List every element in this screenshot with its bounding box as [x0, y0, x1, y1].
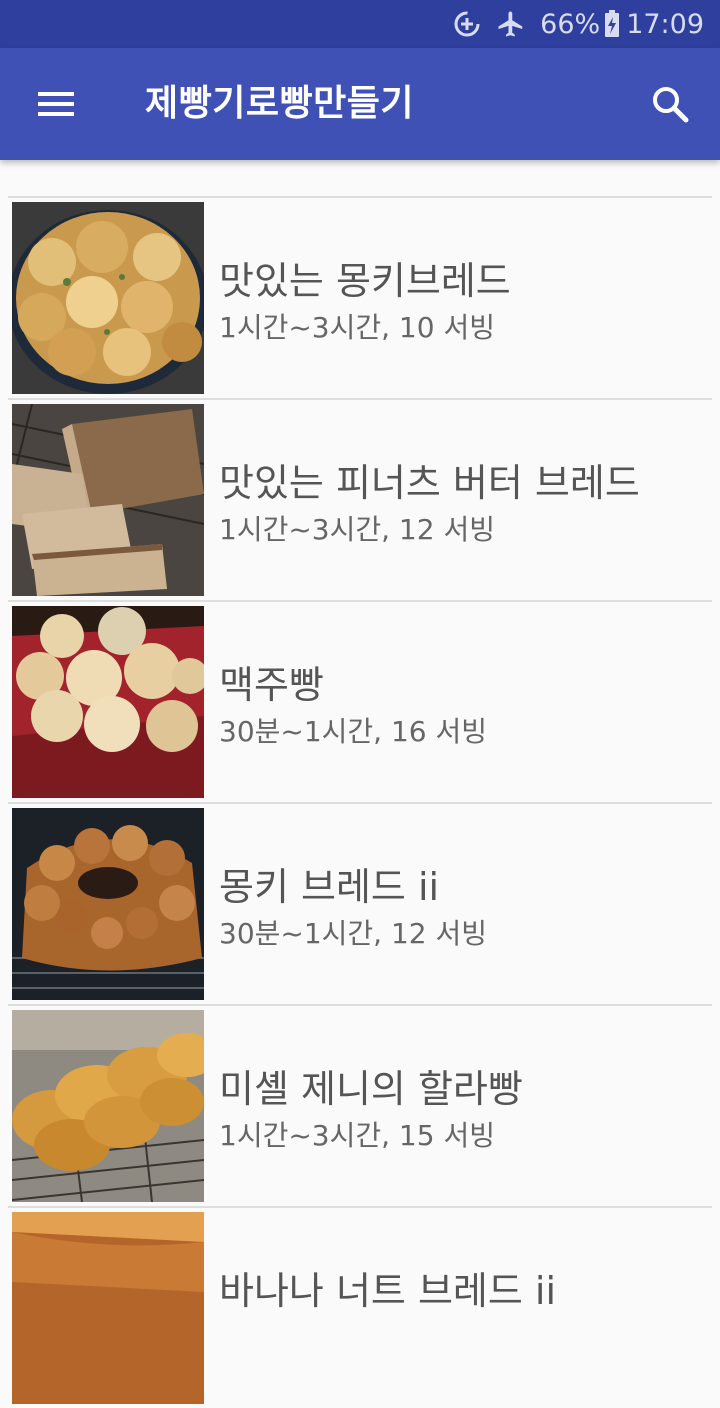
search-icon — [653, 87, 689, 123]
recipe-title: 맛있는 몽키브레드 — [219, 259, 511, 303]
recipe-title: 맛있는 피너츠 버터 브레드 — [219, 461, 640, 505]
recipe-title: 바나나 너트 브레드 ii — [219, 1269, 557, 1313]
app-title: 제빵기로빵만들기 — [145, 83, 414, 124]
recipe-thumbnail — [12, 808, 204, 1000]
recipe-thumbnail — [12, 1010, 204, 1202]
recipe-subtitle: 30분~1시간, 12 서빙 — [219, 917, 488, 950]
recipe-title: 몽키 브레드 ii — [219, 865, 440, 909]
recipe-item[interactable]: 몽키 브레드 ii 30분~1시간, 12 서빙 — [8, 802, 712, 1004]
app-bar: 제빵기로빵만들기 — [0, 48, 720, 160]
recipe-subtitle: 30분~1시간, 16 서빙 — [219, 715, 488, 748]
recipe-subtitle: 1시간~3시간, 15 서빙 — [219, 1119, 495, 1152]
status-bar: 66% 17:09 — [0, 0, 720, 48]
recipe-item[interactable]: 바나나 너트 브레드 ii — [8, 1206, 712, 1408]
recipe-item[interactable]: 맛있는 몽키브레드 1시간~3시간, 10 서빙 — [8, 196, 712, 398]
recipe-thumbnail — [12, 404, 204, 596]
search-button[interactable] — [634, 68, 706, 140]
hamburger-menu-icon — [38, 92, 74, 116]
recipe-item[interactable]: 미셸 제니의 할라빵 1시간~3시간, 15 서빙 — [8, 1004, 712, 1206]
airplane-mode-icon — [496, 9, 526, 39]
battery-percent: 66% — [540, 8, 601, 40]
navigation-menu-button[interactable] — [20, 68, 92, 140]
recipe-title: 미셸 제니의 할라빵 — [219, 1067, 523, 1111]
recipe-subtitle: 1시간~3시간, 10 서빙 — [219, 311, 495, 344]
recipe-subtitle: 1시간~3시간, 12 서빙 — [219, 513, 495, 546]
recipe-item[interactable]: 맥주빵 30분~1시간, 16 서빙 — [8, 600, 712, 802]
recipe-title: 맥주빵 — [219, 663, 324, 707]
battery-charging-icon — [604, 10, 620, 38]
clock: 17:09 — [626, 8, 704, 40]
recipe-thumbnail — [12, 1212, 204, 1404]
recipe-thumbnail — [12, 606, 204, 798]
recipe-thumbnail — [12, 202, 204, 394]
data-saver-icon — [452, 9, 482, 39]
recipe-item[interactable]: 맛있는 피너츠 버터 브레드 1시간~3시간, 12 서빙 — [8, 398, 712, 600]
recipe-list: 맛있는 몽키브레드 1시간~3시간, 10 서빙 맛있는 피너츠 버터 브레드 … — [8, 196, 712, 1408]
